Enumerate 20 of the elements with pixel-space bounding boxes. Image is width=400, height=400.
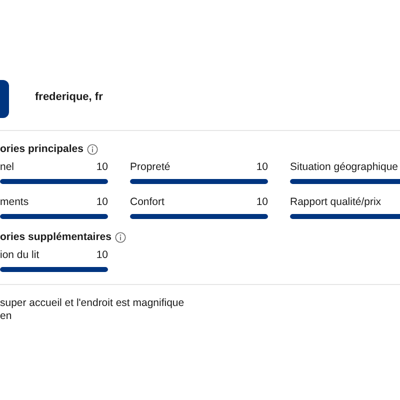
reviewer-name: frederique, fr (35, 91, 103, 103)
category-score: 10 (96, 196, 108, 208)
info-icon[interactable] (87, 144, 98, 154)
section-heading: ories principales (0, 143, 84, 155)
review-text: super accueil et l'endroit est magnifique (0, 297, 186, 310)
section-heading: ories supplémentaires (0, 231, 112, 243)
category-label: ments (0, 196, 29, 208)
category-score: 10 (96, 161, 108, 173)
info-icon[interactable] (115, 232, 126, 242)
category-label: nel (0, 161, 14, 173)
category-score: 10 (256, 196, 268, 208)
category-score: 10 (256, 161, 268, 173)
category-label: Situation géographique (290, 161, 398, 173)
category-score: 10 (96, 249, 108, 261)
review-text: en (0, 310, 13, 323)
avatar (0, 80, 9, 118)
category-label: Rapport qualité/prix (290, 196, 382, 208)
category-label: Confort (130, 196, 164, 208)
category-label: ion du lit (0, 249, 40, 261)
category-label: Propreté (130, 161, 170, 173)
